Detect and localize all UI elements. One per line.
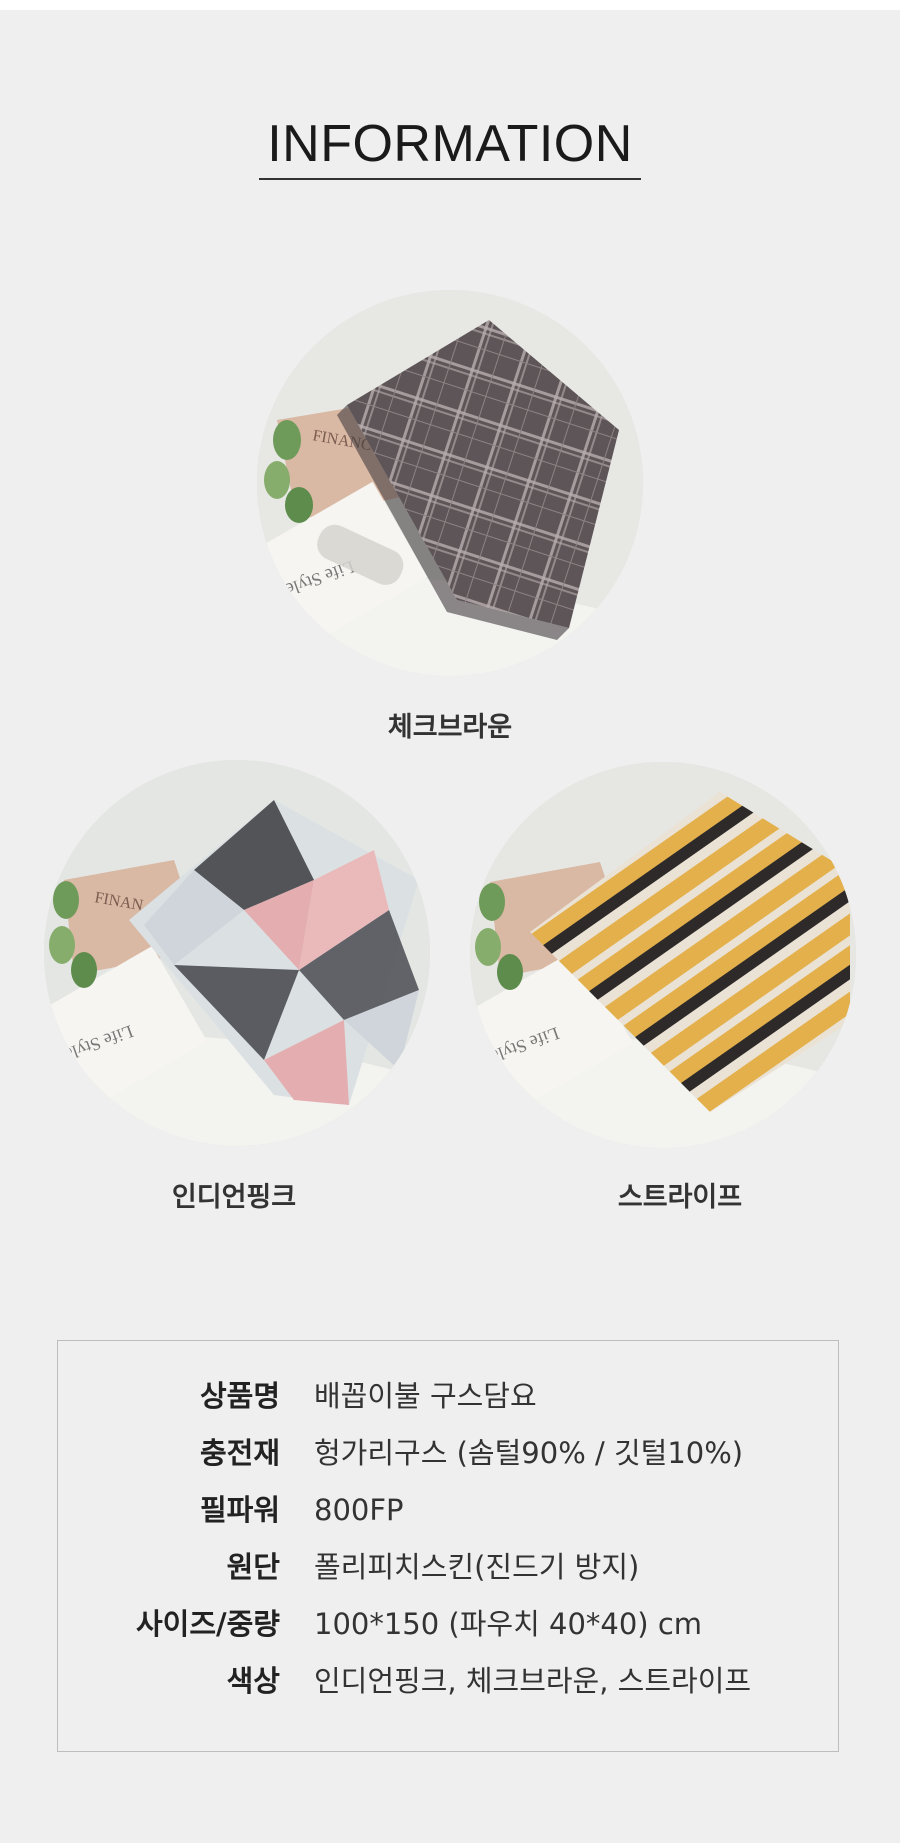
info-label: 상품명: [199, 1379, 280, 1413]
top-strip: [0, 0, 900, 10]
info-value: 인디언핑크, 체크브라운, 스트라이프: [314, 1664, 752, 1698]
info-value: 폴리피치스킨(진드기 방지): [314, 1550, 640, 1584]
product-info-table: 상품명 배꼽이불 구스담요 충전재 헝가리구스 (솜털90% / 깃털10%) …: [57, 1340, 839, 1752]
product-image-stripe: Life Style: [470, 762, 856, 1148]
info-value: 800FP: [314, 1493, 404, 1527]
info-row-fabric: 원단 폴리피치스킨(진드기 방지): [58, 1547, 840, 1587]
info-value: 배꼽이불 구스담요: [314, 1379, 537, 1413]
info-label: 색상: [226, 1664, 280, 1698]
info-label: 사이즈/중량: [136, 1607, 280, 1641]
info-label: 필파워: [199, 1493, 280, 1527]
product-image-check-brown: FINANC Life Style: [257, 290, 643, 676]
info-row-filling: 충전재 헝가리구스 (솜털90% / 깃털10%): [58, 1433, 840, 1473]
info-row-fill-power: 필파워 800FP: [58, 1490, 840, 1530]
section-header: INFORMATION: [0, 118, 900, 180]
info-label: 원단: [226, 1550, 280, 1584]
info-row-size-weight: 사이즈/중량 100*150 (파우치 40*40) cm: [58, 1604, 840, 1644]
product-name-indian-pink: 인디언핑크: [171, 1182, 297, 1213]
page-title: INFORMATION: [259, 118, 641, 180]
product-name-stripe: 스트라이프: [617, 1182, 743, 1213]
info-value: 헝가리구스 (솜털90% / 깃털10%): [314, 1436, 744, 1470]
info-label: 충전재: [199, 1436, 280, 1470]
info-row-color: 색상 인디언핑크, 체크브라운, 스트라이프: [58, 1661, 840, 1701]
product-name-check-brown: 체크브라운: [387, 712, 513, 743]
info-value: 100*150 (파우치 40*40) cm: [314, 1607, 703, 1641]
info-row-product-name: 상품명 배꼽이불 구스담요: [58, 1376, 840, 1416]
product-image-indian-pink: FINAN Life Style: [44, 760, 430, 1146]
